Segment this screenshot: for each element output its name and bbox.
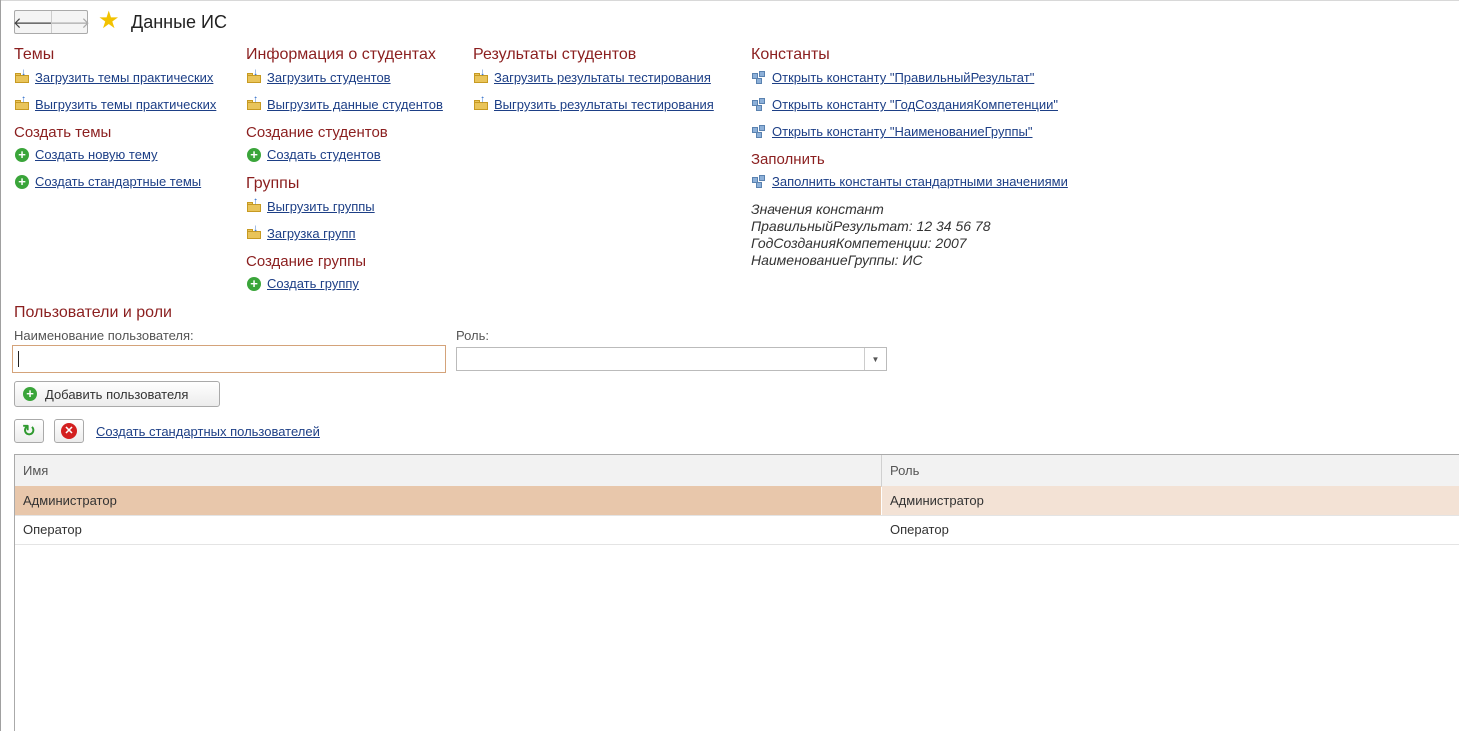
add-user-label: Добавить пользователя: [45, 386, 189, 402]
open-const1-row[interactable]: Открыть константу "ПравильныйРезультат": [752, 70, 1034, 85]
unload-students-row[interactable]: ↑ Выгрузить данные студентов: [247, 95, 443, 112]
unload-students-link[interactable]: Выгрузить данные студентов: [267, 97, 443, 112]
column-header-name[interactable]: Имя: [23, 455, 48, 486]
text-caret: [18, 351, 19, 367]
load-students-row[interactable]: ↓ Загрузить студентов: [247, 68, 391, 85]
students-heading: Информация о студентах: [246, 46, 436, 63]
create-group-link[interactable]: Создать группу: [267, 276, 359, 291]
role-label: Роль:: [456, 328, 490, 343]
folder-load-icon: ↓: [247, 224, 261, 239]
forward-button[interactable]: 🡒: [49, 11, 91, 33]
create-theme-link[interactable]: Создать новую тему: [35, 147, 158, 162]
open-constant-group-name-link[interactable]: Открыть константу "НаименованиеГруппы": [772, 124, 1033, 139]
unload-results-link[interactable]: Выгрузить результаты тестирования: [494, 97, 714, 112]
unload-groups-link[interactable]: Выгрузить группы: [267, 199, 375, 214]
results-heading: Результаты студентов: [473, 46, 637, 63]
constant-icon: [752, 174, 766, 189]
constant-icon: [752, 97, 766, 112]
chevron-down-icon[interactable]: ▼: [864, 348, 886, 370]
refresh-icon: ↻: [22, 423, 36, 440]
fill-constants-row[interactable]: Заполнить константы стандартными значени…: [752, 174, 1068, 189]
constant-icon: [752, 124, 766, 139]
delete-button[interactable]: ✕: [54, 419, 84, 443]
constant-icon: [752, 70, 766, 85]
load-themes-link[interactable]: Загрузить темы практических: [35, 70, 213, 85]
groups-heading: Группы: [246, 175, 300, 192]
open-const3-row[interactable]: Открыть константу "НаименованиеГруппы": [752, 124, 1033, 139]
create-std-themes-link[interactable]: Создать стандартные темы: [35, 174, 201, 189]
cell-name: Оператор: [23, 522, 82, 537]
open-constant-year-link[interactable]: Открыть константу "ГодСозданияКомпетенци…: [772, 97, 1058, 112]
back-button[interactable]: 🡐: [12, 11, 54, 33]
add-user-button[interactable]: + Добавить пользователя: [14, 381, 220, 407]
constant-values: Значения констант ПравильныйРезультат: 1…: [751, 201, 991, 269]
folder-unload-icon: ↑: [247, 197, 261, 212]
folder-load-icon: ↓: [15, 68, 29, 83]
load-groups-link[interactable]: Загрузка групп: [267, 226, 356, 241]
open-constant-correct-result-link[interactable]: Открыть константу "ПравильныйРезультат": [772, 70, 1034, 85]
constants-heading: Константы: [751, 46, 830, 63]
delete-icon: ✕: [61, 423, 77, 439]
create-std-themes-row[interactable]: + Создать стандартные темы: [15, 174, 201, 189]
arrow-right-icon: 🡒: [49, 14, 91, 32]
top-border: [0, 0, 1459, 1]
table-row[interactable]: Оператор Оператор: [15, 515, 1459, 545]
arrow-left-icon: 🡐: [12, 14, 54, 32]
load-results-row[interactable]: ↓ Загрузить результаты тестирования: [474, 68, 711, 85]
favorite-star-icon[interactable]: ★: [98, 9, 122, 33]
table-header: Имя Роль: [15, 455, 1459, 487]
folder-load-icon: ↓: [247, 68, 261, 83]
unload-results-row[interactable]: ↑ Выгрузить результаты тестирования: [474, 95, 714, 112]
folder-unload-icon: ↑: [474, 95, 488, 110]
create-students-heading: Создание студентов: [246, 124, 388, 141]
username-input[interactable]: [12, 345, 446, 373]
plus-icon: +: [15, 174, 29, 189]
constant-values-title: Значения констант: [751, 201, 884, 217]
folder-load-icon: ↓: [474, 68, 488, 83]
column-header-role[interactable]: Роль: [890, 455, 919, 486]
cell-name: Администратор: [15, 486, 881, 515]
plus-icon: +: [247, 147, 261, 162]
constant-value-group: НаименованиеГруппы: ИС: [751, 252, 923, 268]
refresh-button[interactable]: ↻: [14, 419, 44, 443]
cell-role: Администратор: [882, 486, 1459, 515]
unload-groups-row[interactable]: ↑ Выгрузить группы: [247, 197, 375, 214]
plus-icon: +: [23, 387, 37, 401]
fill-heading: Заполнить: [751, 151, 825, 168]
load-results-link[interactable]: Загрузить результаты тестирования: [494, 70, 711, 85]
users-table: Имя Роль Администратор Администратор Опе…: [14, 454, 1459, 731]
users-heading: Пользователи и роли: [14, 304, 172, 321]
create-group-row[interactable]: + Создать группу: [247, 276, 359, 291]
constant-value-result: ПравильныйРезультат: 12 34 56 78: [751, 218, 991, 234]
load-themes-row[interactable]: ↓ Загрузить темы практических: [15, 68, 213, 85]
create-students-link[interactable]: Создать студентов: [267, 147, 381, 162]
open-const2-row[interactable]: Открыть константу "ГодСозданияКомпетенци…: [752, 97, 1058, 112]
fill-constants-link[interactable]: Заполнить константы стандартными значени…: [772, 174, 1068, 189]
plus-icon: +: [15, 147, 29, 162]
table-row[interactable]: Администратор Администратор: [15, 486, 1459, 516]
create-themes-heading: Создать темы: [14, 124, 112, 141]
load-students-link[interactable]: Загрузить студентов: [267, 70, 391, 85]
constant-value-year: ГодСозданияКомпетенции: 2007: [751, 235, 967, 251]
unload-themes-link[interactable]: Выгрузить темы практических: [35, 97, 216, 112]
cell-role: Оператор: [890, 522, 949, 537]
left-border: [0, 0, 1, 731]
unload-themes-row[interactable]: ↑ Выгрузить темы практических: [15, 95, 216, 112]
create-students-row[interactable]: + Создать студентов: [247, 147, 381, 162]
folder-unload-icon: ↑: [15, 95, 29, 110]
role-select[interactable]: ▼: [456, 347, 887, 371]
create-std-users-link[interactable]: Создать стандартных пользователей: [96, 424, 320, 439]
create-theme-row[interactable]: + Создать новую тему: [15, 147, 158, 162]
page-title: Данные ИС: [131, 12, 227, 32]
folder-unload-icon: ↑: [247, 95, 261, 110]
create-group-heading: Создание группы: [246, 253, 366, 270]
themes-heading: Темы: [14, 46, 55, 63]
load-groups-row[interactable]: ↓ Загрузка групп: [247, 224, 356, 241]
nav-group: 🡐 🡒: [12, 10, 91, 34]
plus-icon: +: [247, 276, 261, 291]
column-divider: [881, 455, 882, 486]
username-label: Наименование пользователя:: [14, 328, 194, 343]
